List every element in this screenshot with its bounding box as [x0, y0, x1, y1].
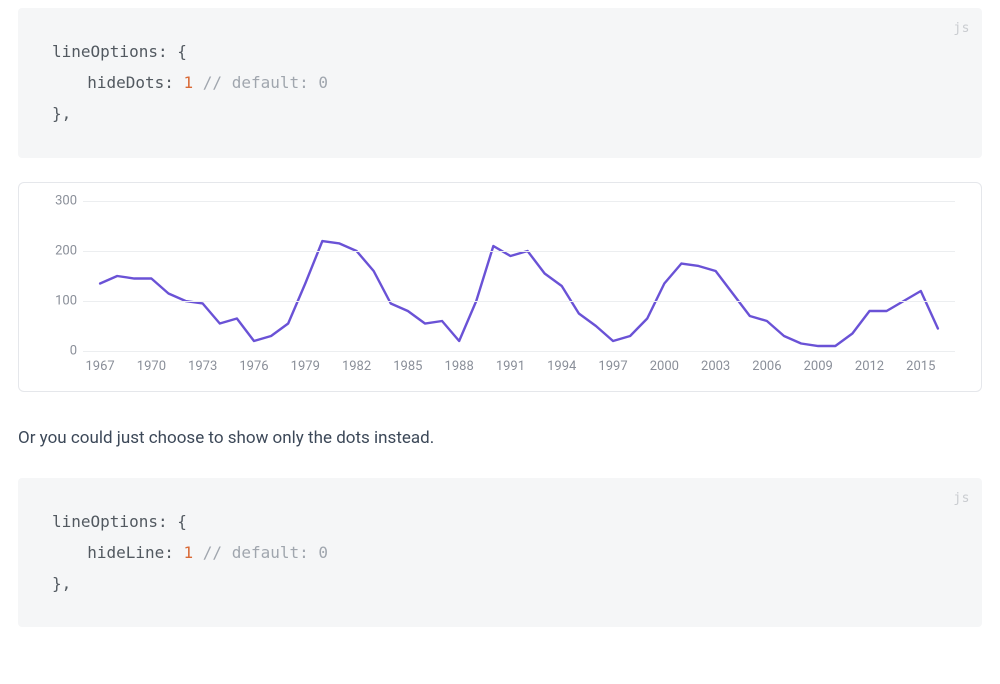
- code-block-line-options-hide-line: js lineOptions: { hideLine: 1 // default…: [18, 478, 982, 628]
- chart-gridline: [83, 251, 955, 252]
- code-block-line-options-hide-dots: js lineOptions: { hideDots: 1 // default…: [18, 8, 982, 158]
- chart-x-tick-label: 2015: [906, 359, 935, 374]
- code-token: [193, 543, 203, 562]
- code-token-comment: // default: 0: [203, 73, 328, 92]
- code-lang-badge: js: [953, 16, 970, 41]
- chart-x-tick-label: 1982: [342, 359, 371, 374]
- chart-gridline: [83, 201, 955, 202]
- chart-x-tick-label: 1985: [393, 359, 422, 374]
- chart-x-tick-label: 1979: [291, 359, 320, 374]
- chart-x-tick-label: 1967: [85, 359, 114, 374]
- chart-gridline: [83, 301, 955, 302]
- code-token: hideLine: [87, 543, 164, 562]
- code-line: },: [52, 98, 948, 129]
- code-token: },: [52, 574, 71, 593]
- code-token-number: 1: [184, 73, 194, 92]
- code-lang-badge: js: [953, 486, 970, 511]
- chart-x-tick-label: 1991: [496, 359, 525, 374]
- chart-y-tick-label: 300: [39, 193, 77, 208]
- code-token: :: [164, 543, 183, 562]
- code-line: lineOptions: {: [52, 506, 948, 537]
- chart-x-tick-label: 1976: [239, 359, 268, 374]
- chart-y-tick-label: 200: [39, 243, 77, 258]
- chart-x-tick-label: 2009: [804, 359, 833, 374]
- code-token: : {: [158, 512, 187, 531]
- chart-x-tick-label: 1994: [547, 359, 576, 374]
- code-token: : {: [158, 42, 187, 61]
- chart-line-path: [100, 241, 938, 346]
- code-token: },: [52, 104, 71, 123]
- code-token-comment: // default: 0: [203, 543, 328, 562]
- chart-y-tick-label: 100: [39, 293, 77, 308]
- chart-gridline: [83, 351, 955, 352]
- chart-x-tick-label: 2012: [855, 359, 884, 374]
- code-token: [193, 73, 203, 92]
- chart-x-tick-label: 1970: [137, 359, 166, 374]
- chart-x-tick-label: 1997: [598, 359, 627, 374]
- code-line: lineOptions: {: [52, 36, 948, 67]
- line-chart-card: 1967 1970 1973 1976 1979 1982 1985 1988 1991 1994…: [18, 182, 982, 392]
- code-token: :: [164, 73, 183, 92]
- code-token: lineOptions: [52, 512, 158, 531]
- code-line: hideDots: 1 // default: 0: [52, 67, 948, 98]
- line-chart: 1967 1970 1973 1976 1979 1982 1985 1988 1991 1994…: [39, 201, 961, 381]
- chart-x-tick-label: 1973: [188, 359, 217, 374]
- chart-plot-area: [83, 201, 955, 351]
- chart-x-tick-label: 2000: [650, 359, 679, 374]
- code-token: hideDots: [87, 73, 164, 92]
- chart-x-labels: 1967 1970 1973 1976 1979 1982 1985 1988 1991 1994…: [83, 359, 955, 379]
- prose-text: Or you could just choose to show only th…: [18, 428, 982, 448]
- code-token-number: 1: [184, 543, 194, 562]
- code-token: lineOptions: [52, 42, 158, 61]
- chart-y-tick-label: 0: [39, 343, 77, 358]
- chart-x-tick-label: 1988: [445, 359, 474, 374]
- chart-line-svg: [83, 201, 955, 351]
- code-line: hideLine: 1 // default: 0: [52, 537, 948, 568]
- chart-x-tick-label: 2006: [752, 359, 781, 374]
- code-line: },: [52, 568, 948, 599]
- chart-x-tick-label: 2003: [701, 359, 730, 374]
